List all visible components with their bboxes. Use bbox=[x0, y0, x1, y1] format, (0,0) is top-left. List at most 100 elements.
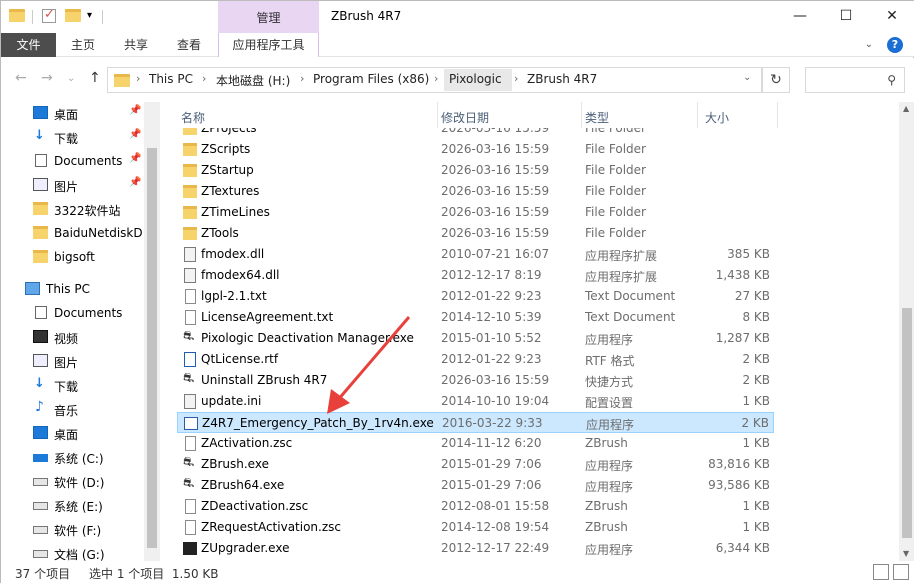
tab-file[interactable]: 文件 bbox=[1, 33, 56, 57]
sidebar-item-music[interactable]: ♪ 音乐 bbox=[1, 398, 144, 420]
upgrader-icon bbox=[183, 542, 197, 555]
pin-icon[interactable]: 📌 bbox=[129, 129, 141, 140]
file-type: 应用程序扩展 bbox=[585, 249, 658, 263]
column-divider[interactable] bbox=[581, 102, 582, 128]
table-row[interactable]: QtLicense.rtf 2012-01-22 9:23 RTF 格式 2 KB bbox=[177, 349, 774, 370]
file-type: 应用程序 bbox=[585, 459, 634, 473]
sidebar-item-baidunetdisk[interactable]: BaiduNetdiskD bbox=[1, 222, 144, 244]
application-icon: ⛐ bbox=[183, 476, 195, 491]
file-size: 8 KB bbox=[742, 310, 770, 324]
help-icon[interactable]: ? bbox=[887, 37, 903, 53]
sidebar-item-desktop[interactable]: 桌面 📌 bbox=[1, 102, 144, 124]
file-name: ZTimeLines bbox=[201, 205, 270, 219]
sidebar-item-drive-g[interactable]: 文档 (G:) bbox=[1, 542, 144, 561]
sidebar-item-pictures[interactable]: 图片 📌 bbox=[1, 174, 144, 196]
breadcrumb-zbrush[interactable]: ZBrush 4R7 bbox=[527, 72, 597, 86]
table-row[interactable]: ⛐ Uninstall ZBrush 4R7 2026-03-16 15:59 快捷方… bbox=[177, 370, 774, 391]
chevron-right-icon[interactable]: › bbox=[136, 72, 140, 85]
column-name[interactable]: 名称 bbox=[181, 109, 205, 126]
sidebar-item-3322[interactable]: 3322软件站 bbox=[1, 198, 144, 220]
table-row[interactable]: ⛐ ZBrush.exe 2015-01-29 7:06 应用程序 83,816 KB bbox=[177, 454, 774, 475]
table-row[interactable]: fmodex64.dll 2012-12-17 8:19 应用程序扩展 1,438 K… bbox=[177, 265, 774, 286]
forward-icon[interactable]: → bbox=[41, 70, 53, 86]
scroll-up-icon[interactable]: ▲ bbox=[903, 104, 909, 113]
table-row[interactable]: ⛐ ZBrush64.exe 2015-01-29 7:06 应用程序 93,586 K… bbox=[177, 475, 774, 496]
refresh-button[interactable]: ↻ bbox=[762, 67, 790, 93]
sidebar-item-label: Documents bbox=[54, 306, 123, 320]
sidebar-scrollbar-thumb[interactable] bbox=[147, 148, 157, 548]
up-icon[interactable]: ↑ bbox=[89, 70, 101, 86]
sidebar-item-label: 桌面 bbox=[54, 428, 79, 442]
column-size[interactable]: 大小 bbox=[705, 109, 729, 126]
minimize-button[interactable]: — bbox=[777, 1, 823, 33]
search-input[interactable]: ⚲ bbox=[805, 67, 905, 93]
breadcrumb-drive-h[interactable]: 本地磁盘 (H:) bbox=[216, 72, 290, 89]
recent-locations-icon[interactable]: ⌄ bbox=[67, 73, 75, 84]
table-row[interactable]: ZDeactivation.zsc 2012-08-01 15:58 ZBrush 1… bbox=[177, 496, 774, 517]
sidebar-item-downloads[interactable]: ↓ 下载 📌 bbox=[1, 126, 144, 148]
sidebar-item-drive-d[interactable]: 软件 (D:) bbox=[1, 470, 144, 492]
breadcrumb-pixologic[interactable]: Pixologic bbox=[449, 72, 502, 86]
sidebar-item-bigsoft[interactable]: bigsoft bbox=[1, 246, 144, 268]
table-row[interactable]: ZScripts 2026-03-16 15:59 File Folder bbox=[177, 139, 774, 160]
chevron-right-icon[interactable]: › bbox=[514, 72, 518, 85]
table-row-selected[interactable]: Z4R7_Emergency_Patch_By_1rv4n.exe 2016-03… bbox=[177, 412, 774, 433]
tab-view[interactable]: 查看 bbox=[177, 33, 201, 57]
table-row[interactable]: lgpl-2.1.txt 2012-01-22 9:23 Text Document… bbox=[177, 286, 774, 307]
large-icons-view-icon[interactable] bbox=[893, 564, 909, 580]
file-icon bbox=[185, 436, 196, 451]
sidebar-item-desktop[interactable]: 桌面 bbox=[1, 422, 144, 444]
sidebar-item-downloads[interactable]: ↓ 下载 bbox=[1, 374, 144, 396]
sidebar-item-drive-f[interactable]: 软件 (F:) bbox=[1, 518, 144, 540]
sidebar-item-documents[interactable]: Documents 📌 bbox=[1, 150, 144, 172]
sidebar-item-drive-c[interactable]: 系统 (C:) bbox=[1, 446, 144, 468]
column-type[interactable]: 类型 bbox=[585, 109, 609, 126]
pin-icon[interactable]: 📌 bbox=[129, 153, 141, 164]
column-divider[interactable] bbox=[777, 102, 778, 128]
scroll-down-icon[interactable]: ▼ bbox=[903, 549, 909, 558]
sidebar-item-pictures[interactable]: 图片 bbox=[1, 350, 144, 372]
context-tab-manage[interactable]: 管理 bbox=[218, 1, 319, 33]
chevron-right-icon[interactable]: › bbox=[202, 72, 206, 85]
file-date: 2026-03-16 15:59 bbox=[441, 142, 550, 156]
explorer-window: ▾ 管理 ZBrush 4R7 — ☐ ✕ 文件 主页 共享 查看 应用程序工具… bbox=[0, 0, 914, 583]
table-row[interactable]: update.ini 2014-10-10 19:04 配置设置 1 KB bbox=[177, 391, 774, 412]
sidebar-item-documents[interactable]: Documents bbox=[1, 302, 144, 324]
sidebar-item-drive-e[interactable]: 系统 (E:) bbox=[1, 494, 144, 516]
maximize-button[interactable]: ☐ bbox=[823, 1, 869, 33]
tab-application-tools[interactable]: 应用程序工具 bbox=[218, 33, 319, 57]
column-divider[interactable] bbox=[437, 102, 438, 128]
table-row[interactable]: ZTimeLines 2026-03-16 15:59 File Folder bbox=[177, 202, 774, 223]
tab-share[interactable]: 共享 bbox=[124, 33, 148, 57]
table-row[interactable]: LicenseAgreement.txt 2014-12-10 5:39 Text … bbox=[177, 307, 774, 328]
table-row[interactable]: ZRequestActivation.zsc 2014-12-08 19:54 ZB… bbox=[177, 517, 774, 538]
close-button[interactable]: ✕ bbox=[869, 1, 914, 33]
pin-icon[interactable]: 📌 bbox=[129, 177, 141, 188]
chevron-right-icon[interactable]: › bbox=[300, 72, 304, 85]
sidebar-item-this-pc[interactable]: This PC bbox=[1, 278, 144, 300]
details-view-icon[interactable] bbox=[873, 564, 889, 580]
column-divider[interactable] bbox=[697, 102, 698, 128]
table-row[interactable]: ZTools 2026-03-16 15:59 File Folder bbox=[177, 223, 774, 244]
customize-quick-access-icon[interactable]: ▾ bbox=[87, 10, 92, 26]
table-row[interactable]: ZTextures 2026-03-16 15:59 File Folder bbox=[177, 181, 774, 202]
table-row[interactable]: ZStartup 2026-03-16 15:59 File Folder bbox=[177, 160, 774, 181]
chevron-right-icon[interactable]: › bbox=[434, 72, 438, 85]
column-date[interactable]: 修改日期 bbox=[441, 109, 489, 126]
breadcrumb-program-files[interactable]: Program Files (x86) bbox=[313, 72, 429, 86]
breadcrumb-this-pc[interactable]: This PC bbox=[149, 72, 193, 86]
sidebar-item-videos[interactable]: 视频 bbox=[1, 326, 144, 348]
table-row[interactable]: ZActivation.zsc 2014-11-12 6:20 ZBrush 1 KB bbox=[177, 433, 774, 454]
new-folder-icon[interactable] bbox=[65, 9, 81, 22]
table-row[interactable]: ZUpgrader.exe 2012-12-17 22:49 应用程序 6,344 K… bbox=[177, 538, 774, 559]
address-bar[interactable]: › This PC › 本地磁盘 (H:) › Program Files (x… bbox=[107, 67, 762, 93]
table-row[interactable]: ⛐ Pixologic Deactivation Manager.exe 2015-… bbox=[177, 328, 774, 349]
properties-icon[interactable] bbox=[42, 7, 56, 23]
back-icon[interactable]: ← bbox=[15, 70, 27, 86]
pin-icon[interactable]: 📌 bbox=[129, 105, 141, 116]
tab-home[interactable]: 主页 bbox=[71, 33, 95, 57]
expand-ribbon-icon[interactable]: ⌄ bbox=[865, 39, 873, 50]
address-dropdown-icon[interactable]: ⌄ bbox=[743, 72, 751, 83]
table-row[interactable]: fmodex.dll 2010-07-21 16:07 应用程序扩展 385 KB bbox=[177, 244, 774, 265]
file-list-scrollbar-thumb[interactable] bbox=[902, 308, 912, 538]
